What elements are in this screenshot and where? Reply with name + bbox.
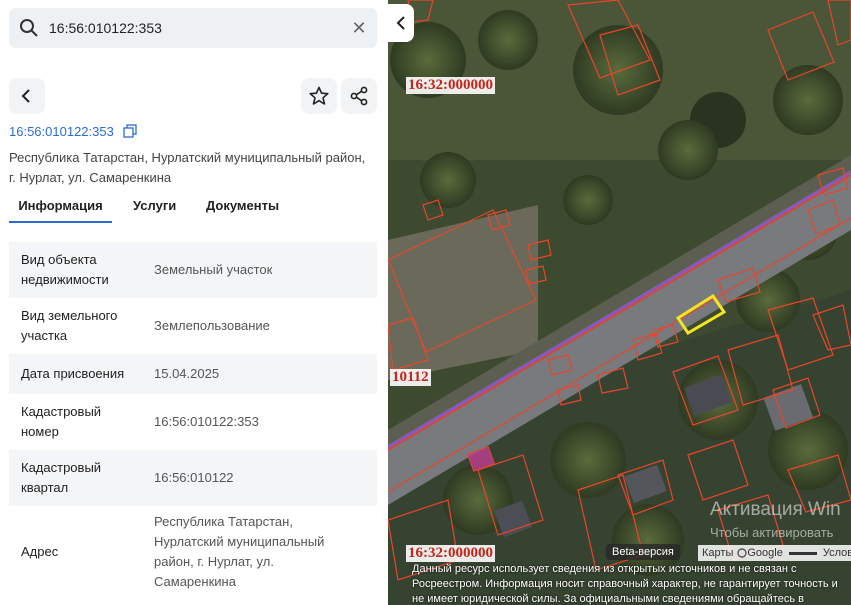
star-icon xyxy=(309,86,329,105)
collapse-panel-button[interactable] xyxy=(388,4,414,42)
activation-watermark-title: Активация Win xyxy=(710,499,841,520)
map-label-quarter: 10112 xyxy=(390,369,431,386)
info-row-object-type: Вид объекта недвижимости Земельный участ… xyxy=(9,242,377,298)
search-input[interactable]: 16:56:010122:353 xyxy=(49,20,162,36)
info-row-date: Дата присвоения 15.04.2025 xyxy=(9,354,377,394)
back-button[interactable] xyxy=(9,78,45,114)
map-label-zone-top: 16:32:000000 xyxy=(406,77,495,94)
conditions-link[interactable]: Условия xyxy=(823,547,851,559)
activation-watermark-sub: Чтобы активировать xyxy=(710,525,834,540)
copy-icon[interactable] xyxy=(123,124,137,138)
row-value: Земельный участок xyxy=(154,262,273,277)
beta-badge: Beta-версия xyxy=(606,544,680,560)
scale-bar xyxy=(788,551,817,555)
row-value: Республика Татарстан, Нурлатский муницип… xyxy=(154,514,325,589)
tab-services[interactable]: Услуги xyxy=(133,198,176,221)
row-label: Вид земельного участка xyxy=(21,308,118,343)
search-icon xyxy=(20,19,38,37)
info-panel: 16:56:010122:353 ✕ 16:56:010122:353 Респ… xyxy=(0,0,388,605)
row-label: Вид объекта недвижимости xyxy=(21,252,109,287)
info-row-address: Адрес Республика Татарстан, Нурлатский м… xyxy=(9,506,377,598)
google-label: Google xyxy=(747,547,783,559)
row-value: 16:56:010122:353 xyxy=(154,414,259,429)
map-view[interactable]: 16:32:000000 10112 16:32:000000 Активаци… xyxy=(388,0,851,605)
row-label: Кадастровый номер xyxy=(21,404,102,439)
share-icon xyxy=(350,86,368,106)
tab-information[interactable]: Информация xyxy=(9,198,112,223)
map-disclaimer: Данный ресурс использует сведения из отк… xyxy=(412,563,838,605)
favorite-button[interactable] xyxy=(301,78,337,114)
row-label: Кадастровый квартал xyxy=(21,460,102,495)
row-label: Дата присвоения xyxy=(21,366,125,381)
info-row-land-type: Вид земельного участка Землепользование xyxy=(9,298,377,354)
search-bar[interactable]: 16:56:010122:353 ✕ xyxy=(9,8,377,48)
chevron-left-icon xyxy=(21,89,30,103)
map-label-zone-bottom: 16:32:000000 xyxy=(406,545,495,562)
row-label: Адрес xyxy=(21,544,59,559)
share-button[interactable] xyxy=(341,78,377,114)
tab-documents[interactable]: Документы xyxy=(206,198,279,221)
cadastral-number-link[interactable]: 16:56:010122:353 xyxy=(9,124,114,139)
row-value: Землепользование xyxy=(154,318,270,333)
info-row-cadastral-number: Кадастровый номер 16:56:010122:353 xyxy=(9,394,377,450)
google-logo-icon xyxy=(737,548,748,558)
tab-bar: Информация Услуги Документы xyxy=(9,198,379,230)
chevron-left-icon xyxy=(396,16,405,30)
info-table: Вид объекта недвижимости Земельный участ… xyxy=(9,242,377,598)
maps-label: Карты xyxy=(702,547,734,559)
address-text: Республика Татарстан, Нурлатский муницип… xyxy=(9,150,366,185)
info-row-cadastral-quarter: Кадастровый квартал 16:56:010122 xyxy=(9,450,377,506)
row-value: 16:56:010122 xyxy=(154,470,234,485)
maps-attribution: Карты Google Условия xyxy=(698,545,851,561)
row-value: 15.04.2025 xyxy=(154,366,220,381)
close-icon[interactable]: ✕ xyxy=(349,18,369,38)
